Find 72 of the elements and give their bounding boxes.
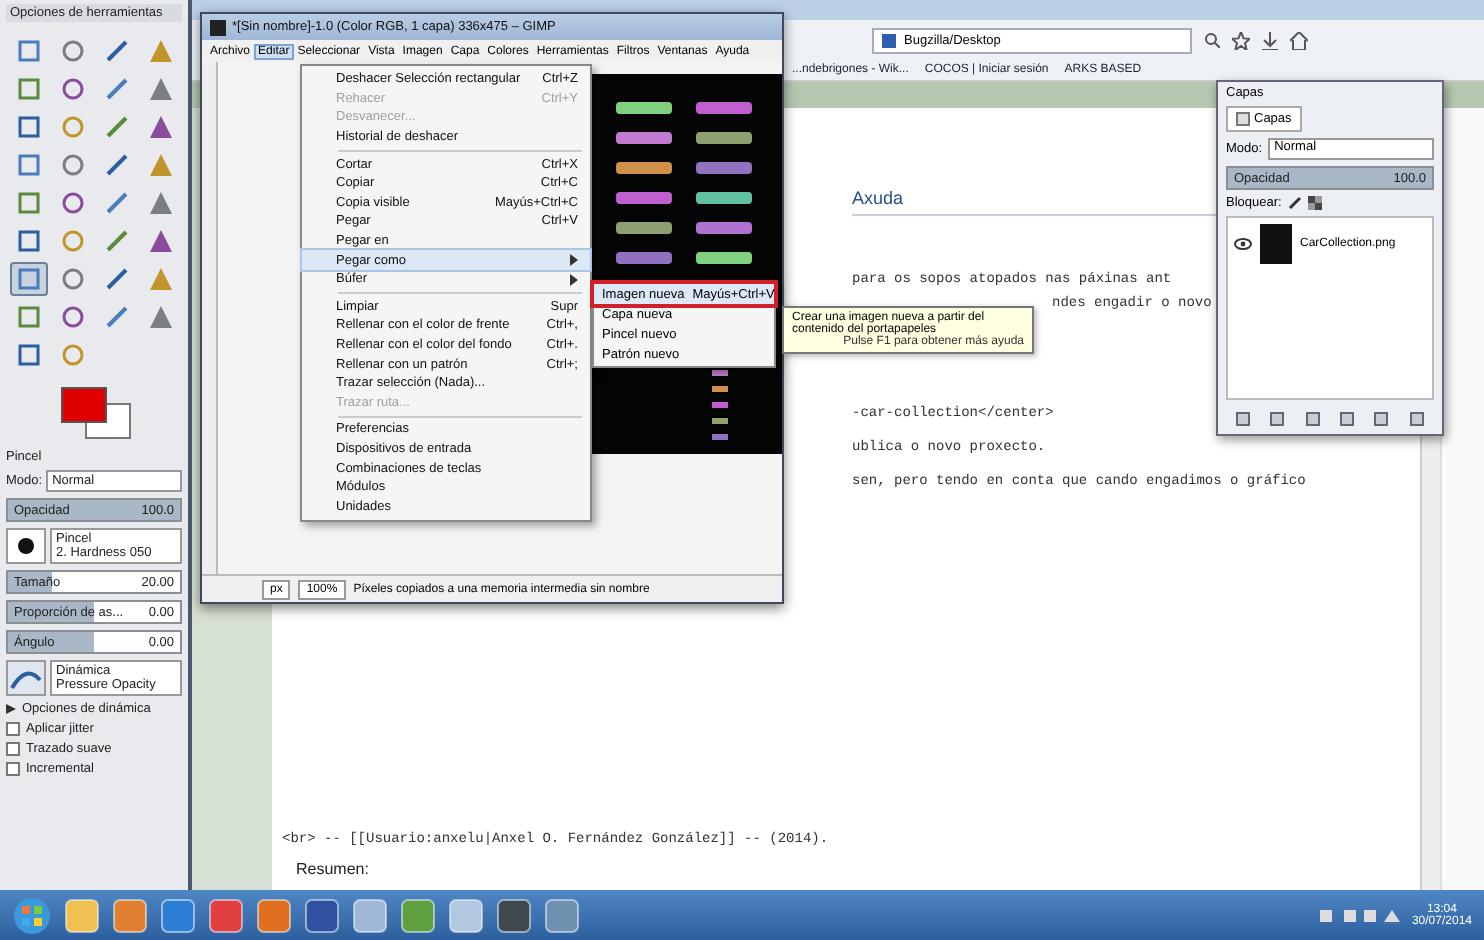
tool-icon [60, 190, 86, 216]
tool-icon [148, 304, 174, 330]
home-icon[interactable] [1290, 31, 1308, 49]
tool-icon [60, 114, 86, 140]
summary-label: Resumen: [296, 860, 371, 878]
taskbar-app-icon[interactable] [256, 897, 292, 933]
layer-action-icon[interactable] [1374, 411, 1389, 425]
brush-preview-icon[interactable] [6, 528, 46, 564]
taskbar-app-icon[interactable] [160, 897, 196, 933]
tool-icon [104, 266, 130, 292]
tool-icon [148, 228, 174, 254]
taskbar-app-icon[interactable] [352, 897, 388, 933]
tool-icon [148, 152, 174, 178]
tool-icon [148, 190, 174, 216]
tool-icon [16, 76, 42, 102]
search-icon[interactable] [1204, 32, 1220, 48]
layer-action-icon[interactable] [1270, 411, 1285, 425]
dynamics-icon[interactable] [6, 660, 46, 696]
taskbar-app-icon[interactable] [304, 897, 340, 933]
tool-icon [104, 152, 130, 178]
tray-icons[interactable] [1319, 907, 1400, 923]
expander-arrow-icon [6, 704, 16, 714]
tool-icon [60, 266, 86, 292]
page-icon [882, 33, 896, 47]
checkbox[interactable] [6, 742, 20, 756]
taskbar-app-icon[interactable] [208, 897, 244, 933]
tool-icon [60, 38, 86, 64]
tool-icon [16, 152, 42, 178]
brush-lock-icon[interactable] [1287, 196, 1302, 210]
eye-icon[interactable] [1234, 238, 1252, 250]
checkbox[interactable] [6, 762, 20, 776]
tool-icon [104, 304, 130, 330]
tool-icon [148, 266, 174, 292]
app-icon [210, 19, 226, 35]
tool-icon [16, 342, 42, 368]
tool-button[interactable] [10, 262, 48, 296]
checker-lock-icon[interactable] [1307, 196, 1322, 210]
tool-icon [148, 114, 174, 140]
tool-icon [104, 76, 130, 102]
tool-icon [16, 228, 42, 254]
tool-icon [104, 38, 130, 64]
layer-action-icon[interactable] [1340, 411, 1355, 425]
start-button-icon[interactable] [12, 895, 52, 935]
tool-icon [148, 38, 174, 64]
taskbar-app-icon[interactable] [112, 897, 148, 933]
taskbar-app-icon[interactable] [544, 897, 580, 933]
tool-icon [16, 266, 42, 292]
layer-action-icon[interactable] [1305, 411, 1320, 425]
tool-icon [16, 38, 42, 64]
taskbar-app-icon[interactable] [400, 897, 436, 933]
tool-icon [60, 342, 86, 368]
download-icon[interactable] [1262, 31, 1278, 49]
tool-icon [16, 304, 42, 330]
taskbar-app-icon[interactable] [64, 897, 100, 933]
tool-icon [60, 152, 86, 178]
layers-icon [1236, 112, 1250, 126]
tool-icon [104, 190, 130, 216]
tool-icon [104, 114, 130, 140]
taskbar-app-icon[interactable] [496, 897, 532, 933]
layer-thumbnail [1260, 224, 1292, 264]
tool-icon [16, 114, 42, 140]
tool-icon [60, 76, 86, 102]
taskbar-app-icon[interactable] [448, 897, 484, 933]
tool-icon [60, 304, 86, 330]
checkbox[interactable] [6, 722, 20, 736]
tool-icon [16, 190, 42, 216]
tool-icon [148, 76, 174, 102]
tool-icon [60, 228, 86, 254]
tool-icon [104, 228, 130, 254]
star-icon[interactable] [1232, 31, 1250, 49]
layer-action-icon[interactable] [1236, 411, 1251, 425]
layer-action-icon[interactable] [1409, 411, 1424, 425]
